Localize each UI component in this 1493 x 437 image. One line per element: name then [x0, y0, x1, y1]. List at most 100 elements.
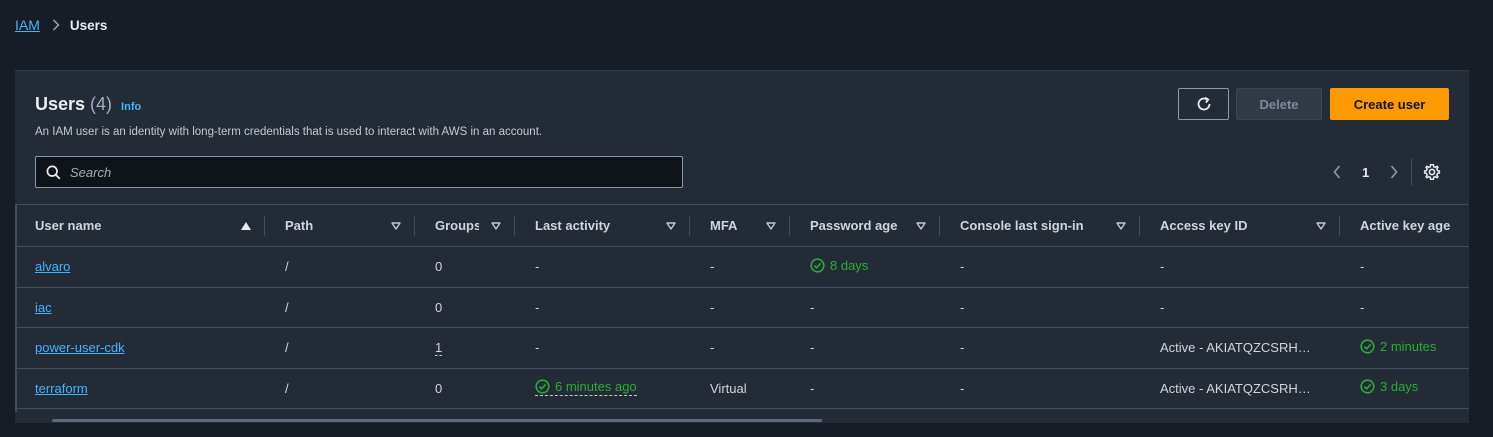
users-table: User name Path Groups Last activity MFA … [15, 204, 1469, 409]
table-row: iac / 0 - - - - - - [15, 287, 1469, 328]
cell-groups: 0 [415, 287, 515, 328]
page-title: Users [35, 94, 86, 114]
column-label: Access key ID [1160, 218, 1248, 233]
cell-console-sign-in: - [940, 327, 1140, 369]
cell-active-key-age: - [1340, 246, 1469, 288]
sort-icon [1116, 221, 1126, 230]
cell-access-key-id: Active - AKIATQZCSRH… [1140, 368, 1340, 409]
chevron-right-icon [52, 19, 60, 31]
table-row: power-user-cdk / 1 - - - - Active - AKIA… [15, 327, 1469, 369]
cell-path: / [265, 368, 415, 409]
cell-mfa: - [690, 327, 790, 369]
cell-path: / [265, 327, 415, 369]
column-label: Path [285, 218, 314, 233]
status-ok: 8 days [810, 258, 868, 273]
cell-access-key-id: - [1140, 287, 1340, 328]
breadcrumb-current: Users [69, 17, 108, 33]
delete-button[interactable]: Delete [1236, 88, 1322, 120]
status-ok: 3 days [1360, 379, 1418, 394]
refresh-button[interactable] [1178, 88, 1229, 120]
last-activity-popover[interactable]: 6 minutes ago [535, 379, 637, 397]
column-header-active-key-age[interactable]: Active key age [1340, 204, 1469, 247]
cell-user-name: alvaro [15, 246, 265, 288]
users-panel: Users (4) Info An IAM user is an identit… [15, 70, 1469, 423]
password-age-value: 8 days [830, 257, 869, 273]
horizontal-scrollbar[interactable] [52, 419, 822, 422]
page-description: An IAM user is an identity with long-ter… [35, 126, 543, 138]
cell-path: / [265, 287, 415, 328]
users-table-container: User name Path Groups Last activity MFA … [15, 204, 1469, 412]
cell-groups: 0 [415, 368, 515, 409]
user-link-iac[interactable]: iac [35, 300, 52, 315]
cell-user-name: iac [15, 287, 265, 328]
last-activity-value: 6 minutes ago [555, 379, 637, 395]
next-page-button[interactable] [1387, 165, 1401, 179]
cell-active-key-age: - [1340, 287, 1469, 328]
groups-count-popover[interactable]: 1 [435, 340, 443, 357]
table-row: terraform / 0 6 minutes ago Virtual - - … [15, 368, 1469, 409]
column-header-user-name[interactable]: User name [15, 204, 265, 247]
sort-icon [491, 221, 501, 230]
sort-icon [666, 221, 676, 230]
cell-user-name: terraform [15, 368, 265, 409]
cell-access-key-id: - [1140, 246, 1340, 288]
check-circle-icon [1360, 339, 1380, 354]
column-header-groups[interactable]: Groups [415, 204, 515, 247]
column-label: User name [35, 218, 102, 233]
user-link-terraform[interactable]: terraform [35, 381, 88, 396]
cell-last-activity: - [515, 327, 690, 369]
users-count: (4) [90, 94, 113, 114]
column-header-console-last-sign-in[interactable]: Console last sign-in [940, 204, 1140, 247]
cell-active-key-age: 3 days [1340, 368, 1469, 409]
cell-console-sign-in: - [940, 368, 1140, 409]
status-ok: 2 minutes [1360, 339, 1436, 354]
sort-icon [766, 221, 776, 230]
column-header-last-activity[interactable]: Last activity [515, 204, 690, 247]
pagination: 1 [1330, 158, 1441, 186]
table-row: alvaro / 0 - - 8 days - - - [15, 246, 1469, 288]
cell-last-activity: - [515, 246, 690, 288]
column-header-access-key-id[interactable]: Access key ID [1140, 204, 1340, 247]
search-box [35, 156, 683, 188]
cell-mfa: - [690, 246, 790, 288]
sort-icon [1316, 221, 1326, 230]
column-header-password-age[interactable]: Password age [790, 204, 940, 247]
info-link[interactable]: Info [121, 101, 141, 113]
key-age-value: 2 minutes [1380, 338, 1437, 354]
column-label: Password age [810, 218, 898, 233]
column-header-mfa[interactable]: MFA [690, 204, 790, 247]
cell-groups: 1 [415, 327, 515, 369]
panel-header: Users (4) Info [35, 94, 141, 115]
check-circle-icon [810, 258, 830, 273]
create-user-button[interactable]: Create user [1330, 88, 1449, 120]
cell-access-key-id: Active - AKIATQZCSRH… [1140, 327, 1340, 369]
cell-mfa: - [690, 287, 790, 328]
cell-console-sign-in: - [940, 287, 1140, 328]
sort-ascending-icon [241, 221, 251, 230]
cell-active-key-age: 2 minutes [1340, 327, 1469, 369]
column-label: MFA [710, 218, 738, 233]
key-age-value: 3 days [1380, 379, 1419, 395]
column-header-path[interactable]: Path [265, 204, 415, 247]
breadcrumb-iam-link[interactable]: IAM [15, 17, 40, 33]
gear-icon [1423, 163, 1441, 181]
column-label: Groups [435, 218, 479, 233]
column-label: Last activity [535, 218, 611, 233]
previous-page-button[interactable] [1330, 165, 1344, 179]
cell-last-activity: - [515, 287, 690, 328]
search-icon [46, 165, 61, 180]
cell-mfa: Virtual [690, 368, 790, 409]
search-input[interactable] [70, 164, 650, 180]
cell-last-activity: 6 minutes ago [515, 368, 690, 409]
page-number-current[interactable]: 1 [1362, 165, 1369, 180]
cell-password-age: 8 days [790, 246, 940, 288]
user-link-power-user-cdk[interactable]: power-user-cdk [35, 340, 125, 355]
cell-groups: 0 [415, 246, 515, 288]
pagination-divider [1411, 158, 1413, 186]
cell-path: / [265, 246, 415, 288]
cell-password-age: - [790, 368, 940, 409]
table-preferences-button[interactable] [1423, 163, 1441, 181]
user-link-alvaro[interactable]: alvaro [35, 259, 70, 274]
breadcrumb: IAM Users [15, 17, 107, 33]
check-circle-icon [535, 379, 555, 394]
